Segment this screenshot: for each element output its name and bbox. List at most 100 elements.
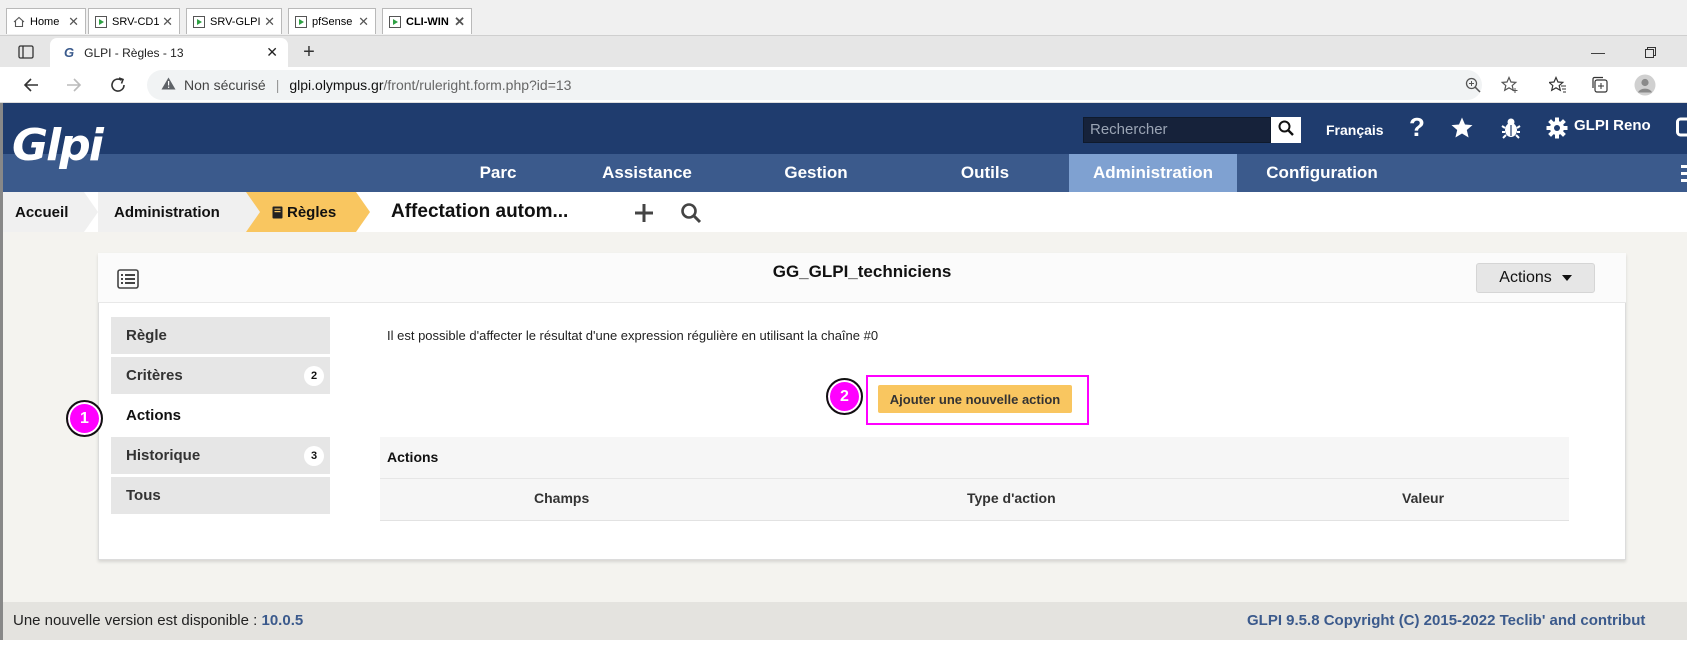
profile-avatar-icon[interactable] bbox=[1633, 73, 1657, 97]
restore-icon[interactable] bbox=[1640, 42, 1660, 62]
window-bottom bbox=[0, 640, 1687, 647]
menu-icon[interactable] bbox=[1678, 161, 1687, 185]
vm-tab-label: SRV-GLPI bbox=[210, 15, 261, 28]
vm-tab-srv-glpi[interactable]: SRV-GLPI ✕ bbox=[186, 8, 282, 34]
vm-tab-label: SRV-CD1 bbox=[112, 15, 160, 28]
tab-label: Critères bbox=[126, 367, 183, 384]
tab-regle[interactable]: Règle bbox=[111, 317, 330, 354]
help-icon[interactable]: ? bbox=[1404, 112, 1430, 142]
breadcrumb-arrow bbox=[246, 192, 260, 232]
vm-tab-pfsense[interactable]: pfSense ✕ bbox=[288, 8, 376, 34]
column-header-type[interactable]: Type d'action bbox=[967, 490, 1056, 506]
address-separator: | bbox=[275, 77, 280, 93]
screen: Home ✕ SRV-CD1 ✕ SRV-GLPI ✕ pfSense ✕ CL… bbox=[0, 0, 1687, 647]
zoom-icon[interactable] bbox=[1463, 75, 1483, 95]
vm-tab-strip: Home ✕ SRV-CD1 ✕ SRV-GLPI ✕ pfSense ✕ CL… bbox=[0, 0, 1687, 36]
breadcrumb-administration[interactable]: Administration bbox=[114, 192, 220, 232]
step-marker-2: 2 bbox=[826, 378, 863, 415]
breadcrumb-rules-label: Règles bbox=[287, 203, 337, 221]
vm-tab-label: CLI-WIN bbox=[406, 15, 449, 28]
close-icon[interactable]: ✕ bbox=[266, 44, 278, 61]
add-icon[interactable] bbox=[632, 201, 656, 225]
glpi-favicon-icon: G bbox=[64, 45, 75, 60]
breadcrumb-arrow bbox=[84, 192, 98, 232]
tab-actions-icon[interactable] bbox=[16, 43, 36, 61]
nav-administration[interactable]: Administration bbox=[1069, 154, 1237, 192]
nav-parc[interactable]: Parc bbox=[440, 154, 556, 192]
nav-outils[interactable]: Outils bbox=[930, 154, 1040, 192]
reload-icon[interactable] bbox=[107, 75, 129, 95]
new-tab-icon[interactable]: + bbox=[298, 41, 320, 63]
breadcrumb-arrow bbox=[356, 192, 370, 232]
tab-criteres[interactable]: Critères 2 bbox=[111, 357, 330, 394]
search-button[interactable] bbox=[1271, 117, 1301, 143]
column-header-champs[interactable]: Champs bbox=[534, 490, 589, 506]
add-action-button[interactable]: Ajouter une nouvelle action bbox=[878, 385, 1072, 413]
home-icon bbox=[13, 16, 25, 28]
nav-gestion[interactable]: Gestion bbox=[756, 154, 876, 192]
security-label: Non sécurisé bbox=[184, 77, 266, 93]
logout-icon[interactable] bbox=[1676, 115, 1687, 139]
vm-icon bbox=[295, 15, 307, 28]
collections-icon[interactable] bbox=[1590, 75, 1610, 95]
nav-assistance[interactable]: Assistance bbox=[578, 154, 716, 192]
bug-icon[interactable] bbox=[1497, 114, 1525, 142]
new-version-link[interactable]: 10.0.5 bbox=[262, 612, 304, 629]
vm-icon bbox=[389, 15, 401, 28]
browser-tab-strip: G GLPI - Règles - 13 ✕ + — bbox=[0, 36, 1687, 67]
vm-icon bbox=[95, 15, 107, 28]
warning-icon bbox=[161, 77, 176, 93]
footer: Une nouvelle version est disponible : 10… bbox=[3, 602, 1687, 640]
glpi-logo[interactable]: Glpi bbox=[12, 120, 104, 171]
search-list-icon[interactable] bbox=[679, 201, 703, 225]
vm-tab-home[interactable]: Home ✕ bbox=[6, 8, 86, 34]
address-bar[interactable]: Non sécurisé | glpi.olympus.gr/front/rul… bbox=[147, 70, 1482, 100]
tab-tous[interactable]: Tous bbox=[111, 477, 330, 514]
tab-label: Règle bbox=[126, 327, 167, 344]
book-icon bbox=[272, 206, 283, 219]
browser-tab-active[interactable]: G GLPI - Règles - 13 ✕ bbox=[50, 38, 288, 67]
page-title: Affectation autom... bbox=[391, 201, 569, 222]
glpi-top-bar bbox=[3, 103, 1687, 154]
browser-tab-title: GLPI - Règles - 13 bbox=[84, 45, 184, 60]
actions-dropdown-button[interactable]: Actions bbox=[1476, 263, 1595, 293]
count-badge: 2 bbox=[304, 366, 324, 386]
favorites-icon[interactable] bbox=[1548, 75, 1568, 95]
count-badge: 3 bbox=[304, 446, 324, 466]
language-link[interactable]: Français bbox=[1326, 122, 1384, 138]
step-marker-1: 1 bbox=[66, 400, 103, 437]
close-icon[interactable]: ✕ bbox=[358, 14, 369, 30]
star-icon[interactable] bbox=[1448, 114, 1476, 142]
tab-label: Historique bbox=[126, 447, 201, 464]
new-version-label: Une nouvelle version est disponible : bbox=[13, 612, 258, 629]
tab-historique[interactable]: Historique 3 bbox=[111, 437, 330, 474]
add-favorite-icon[interactable] bbox=[1500, 75, 1520, 95]
new-version-notice: Une nouvelle version est disponible : 10… bbox=[13, 612, 303, 629]
vm-tab-srv-cd1[interactable]: SRV-CD1 ✕ bbox=[88, 8, 180, 34]
vm-tab-label: pfSense bbox=[312, 15, 353, 28]
back-icon[interactable] bbox=[20, 75, 42, 95]
user-menu[interactable]: GLPI Reno bbox=[1574, 117, 1651, 134]
close-icon[interactable]: ✕ bbox=[68, 14, 79, 30]
copyright-link[interactable]: GLPI 9.5.8 Copyright (C) 2015-2022 Tecli… bbox=[1247, 612, 1645, 629]
column-header-valeur[interactable]: Valeur bbox=[1402, 490, 1444, 506]
breadcrumb-rules[interactable]: Règles bbox=[272, 192, 336, 232]
caret-down-icon bbox=[1561, 275, 1572, 281]
table-caption: Actions bbox=[387, 449, 439, 465]
url-host: glpi.olympus.gr bbox=[289, 77, 384, 93]
vm-tab-cli-win[interactable]: CLI-WIN ✕ bbox=[382, 8, 472, 34]
address-row: Non sécurisé | glpi.olympus.gr/front/rul… bbox=[0, 67, 1687, 103]
forward-icon[interactable] bbox=[63, 75, 85, 95]
minimize-icon[interactable]: — bbox=[1588, 42, 1608, 62]
gear-icon[interactable] bbox=[1544, 115, 1570, 141]
tab-actions[interactable]: Actions bbox=[111, 397, 330, 434]
table-divider bbox=[380, 478, 1569, 479]
actions-table bbox=[380, 437, 1569, 521]
nav-configuration[interactable]: Configuration bbox=[1245, 154, 1399, 192]
close-icon[interactable]: ✕ bbox=[264, 14, 275, 30]
vm-icon bbox=[193, 15, 205, 28]
close-icon[interactable]: ✕ bbox=[454, 14, 465, 30]
breadcrumb-home[interactable]: Accueil bbox=[15, 192, 68, 232]
search-input[interactable]: Rechercher bbox=[1083, 117, 1271, 143]
close-icon[interactable]: ✕ bbox=[162, 14, 173, 30]
